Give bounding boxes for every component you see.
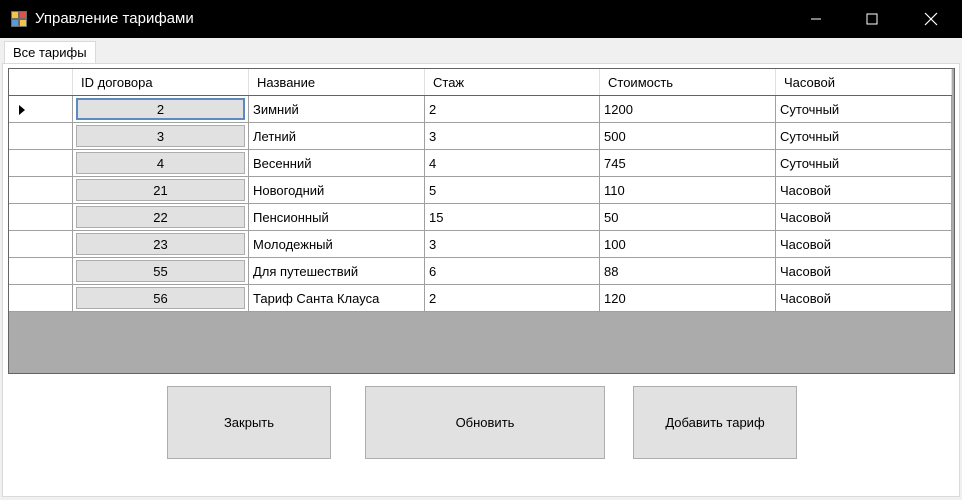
add-tariff-button[interactable]: Добавить тариф bbox=[633, 386, 797, 459]
type-cell[interactable]: Часовой bbox=[776, 258, 952, 285]
grid-header: ID договора Название Стаж Стоимость Часо… bbox=[9, 69, 952, 96]
cost-cell[interactable]: 88 bbox=[600, 258, 776, 285]
cost-cell[interactable]: 500 bbox=[600, 123, 776, 150]
maximize-button[interactable] bbox=[849, 0, 895, 38]
id-cell[interactable]: 55 bbox=[73, 258, 249, 285]
row-header[interactable] bbox=[9, 96, 73, 123]
id-cell[interactable]: 22 bbox=[73, 204, 249, 231]
stage-cell[interactable]: 6 bbox=[425, 258, 600, 285]
stage-cell[interactable]: 3 bbox=[425, 123, 600, 150]
name-cell[interactable]: Летний bbox=[249, 123, 425, 150]
row-header[interactable] bbox=[9, 150, 73, 177]
name-cell[interactable]: Для путешествий bbox=[249, 258, 425, 285]
row-header[interactable] bbox=[9, 177, 73, 204]
column-header-type[interactable]: Часовой bbox=[776, 69, 952, 95]
row-header[interactable] bbox=[9, 204, 73, 231]
tariffs-grid[interactable]: ID договора Название Стаж Стоимость Часо… bbox=[8, 68, 955, 374]
id-button[interactable]: 21 bbox=[76, 179, 245, 201]
name-cell[interactable]: Молодежный bbox=[249, 231, 425, 258]
column-header-stage[interactable]: Стаж bbox=[425, 69, 600, 95]
id-button[interactable]: 55 bbox=[76, 260, 245, 282]
name-cell[interactable]: Зимний bbox=[249, 96, 425, 123]
name-cell[interactable]: Тариф Санта Клауса bbox=[249, 285, 425, 312]
column-header-cost[interactable]: Стоимость bbox=[600, 69, 776, 95]
minimize-button[interactable] bbox=[793, 0, 839, 38]
table-row[interactable]: 2 Зимний 2 1200 Суточный bbox=[9, 96, 952, 123]
row-pointer-icon bbox=[19, 105, 25, 115]
cost-cell[interactable]: 120 bbox=[600, 285, 776, 312]
type-cell[interactable]: Часовой bbox=[776, 204, 952, 231]
column-header-id[interactable]: ID договора bbox=[73, 69, 249, 95]
type-cell[interactable]: Часовой bbox=[776, 177, 952, 204]
stage-cell[interactable]: 2 bbox=[425, 96, 600, 123]
id-cell[interactable]: 56 bbox=[73, 285, 249, 312]
title-bar: Управление тарифами bbox=[0, 0, 962, 38]
tab-all-tariffs[interactable]: Все тарифы bbox=[4, 41, 96, 64]
id-cell[interactable]: 2 bbox=[73, 96, 249, 123]
id-button[interactable]: 23 bbox=[76, 233, 245, 255]
row-header[interactable] bbox=[9, 258, 73, 285]
id-button[interactable]: 3 bbox=[76, 125, 245, 147]
close-button[interactable]: Закрыть bbox=[167, 386, 331, 459]
table-row[interactable]: 22 Пенсионный 15 50 Часовой bbox=[9, 204, 952, 231]
stage-cell[interactable]: 5 bbox=[425, 177, 600, 204]
id-cell[interactable]: 3 bbox=[73, 123, 249, 150]
row-header[interactable] bbox=[9, 231, 73, 258]
table-row[interactable]: 23 Молодежный 3 100 Часовой bbox=[9, 231, 952, 258]
refresh-button[interactable]: Обновить bbox=[365, 386, 605, 459]
table-row[interactable]: 21 Новогодний 5 110 Часовой bbox=[9, 177, 952, 204]
type-cell[interactable]: Суточный bbox=[776, 150, 952, 177]
column-header-name[interactable]: Название bbox=[249, 69, 425, 95]
window-title: Управление тарифами bbox=[35, 10, 194, 27]
table-row[interactable]: 56 Тариф Санта Клауса 2 120 Часовой bbox=[9, 285, 952, 312]
type-cell[interactable]: Суточный bbox=[776, 96, 952, 123]
cost-cell[interactable]: 1200 bbox=[600, 96, 776, 123]
name-cell[interactable]: Весенний bbox=[249, 150, 425, 177]
type-cell[interactable]: Часовой bbox=[776, 285, 952, 312]
cost-cell[interactable]: 50 bbox=[600, 204, 776, 231]
tab-strip: Все тарифы bbox=[0, 38, 962, 64]
maximize-icon bbox=[866, 13, 878, 25]
stage-cell[interactable]: 4 bbox=[425, 150, 600, 177]
row-header[interactable] bbox=[9, 123, 73, 150]
name-cell[interactable]: Новогодний bbox=[249, 177, 425, 204]
cost-cell[interactable]: 100 bbox=[600, 231, 776, 258]
cost-cell[interactable]: 745 bbox=[600, 150, 776, 177]
table-row[interactable]: 55 Для путешествий 6 88 Часовой bbox=[9, 258, 952, 285]
id-button[interactable]: 2 bbox=[76, 98, 245, 120]
table-row[interactable]: 3 Летний 3 500 Суточный bbox=[9, 123, 952, 150]
name-cell[interactable]: Пенсионный bbox=[249, 204, 425, 231]
row-header-corner bbox=[9, 69, 73, 95]
id-cell[interactable]: 4 bbox=[73, 150, 249, 177]
table-row[interactable]: 4 Весенний 4 745 Суточный bbox=[9, 150, 952, 177]
minimize-icon bbox=[811, 18, 821, 20]
id-cell[interactable]: 21 bbox=[73, 177, 249, 204]
stage-cell[interactable]: 2 bbox=[425, 285, 600, 312]
close-window-button[interactable] bbox=[908, 0, 954, 38]
type-cell[interactable]: Суточный bbox=[776, 123, 952, 150]
id-cell[interactable]: 23 bbox=[73, 231, 249, 258]
cost-cell[interactable]: 110 bbox=[600, 177, 776, 204]
stage-cell[interactable]: 3 bbox=[425, 231, 600, 258]
row-header[interactable] bbox=[9, 285, 73, 312]
id-button[interactable]: 22 bbox=[76, 206, 245, 228]
id-button[interactable]: 56 bbox=[76, 287, 245, 309]
stage-cell[interactable]: 15 bbox=[425, 204, 600, 231]
close-icon bbox=[924, 12, 938, 26]
type-cell[interactable]: Часовой bbox=[776, 231, 952, 258]
app-grid-icon bbox=[11, 11, 27, 27]
id-button[interactable]: 4 bbox=[76, 152, 245, 174]
